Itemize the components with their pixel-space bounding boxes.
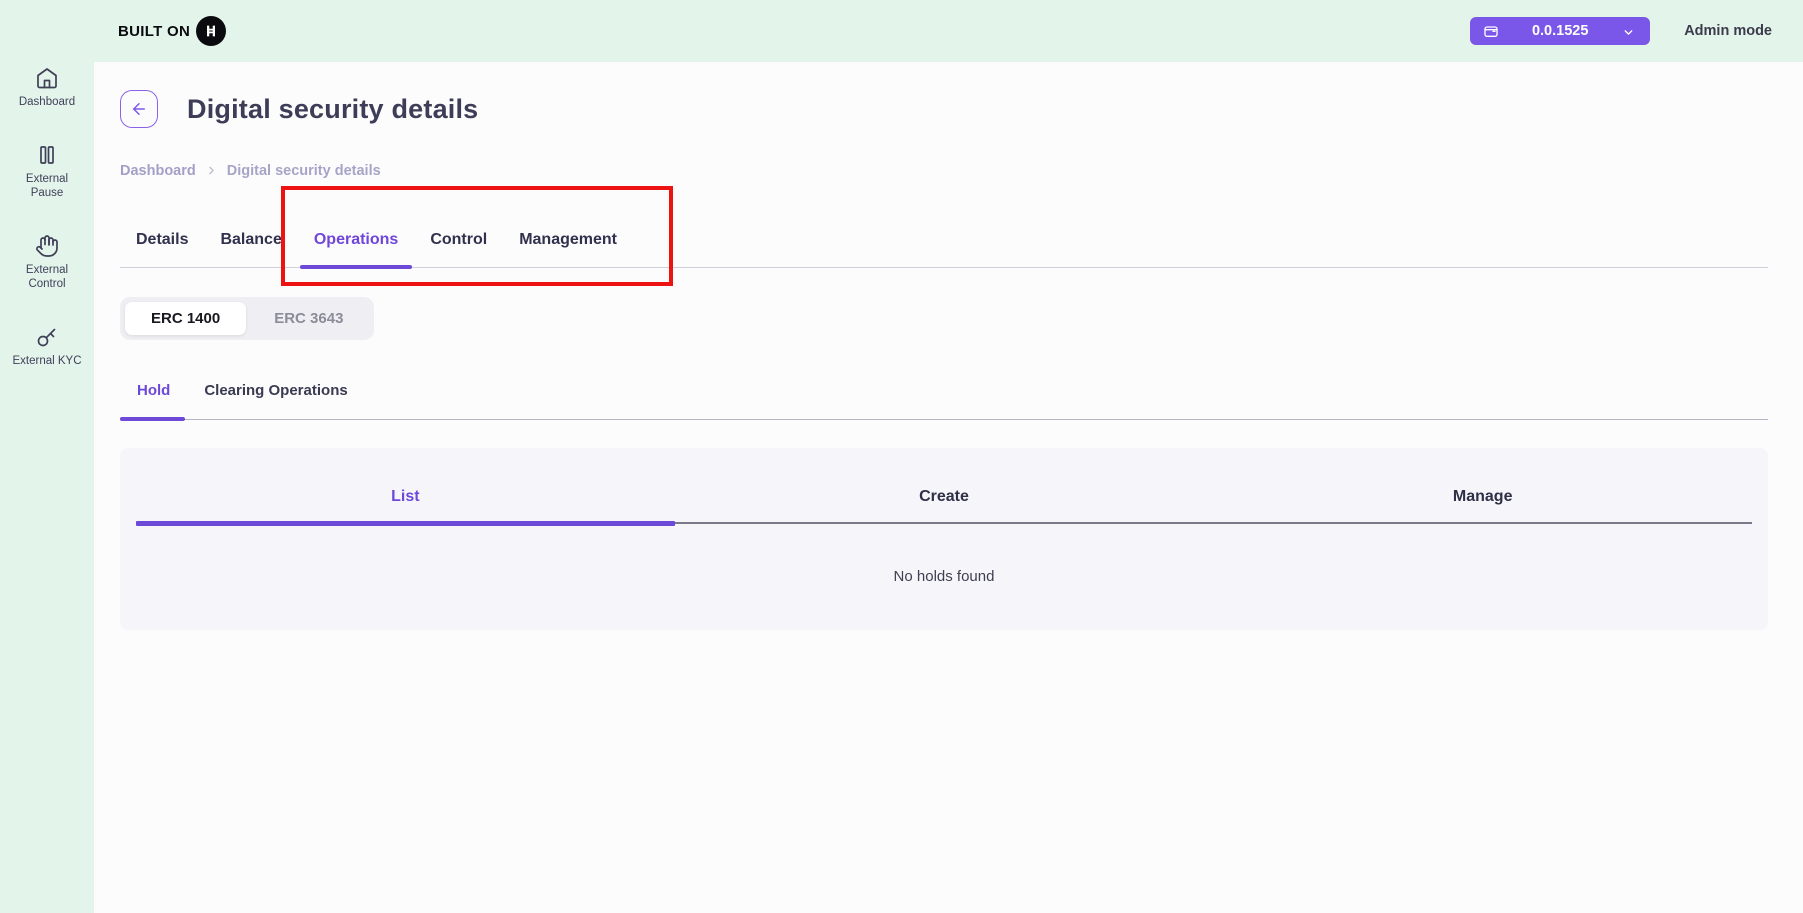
breadcrumb-dashboard-link[interactable]: Dashboard xyxy=(120,163,196,179)
hold-panel: List Create Manage No holds found xyxy=(120,448,1768,630)
chevron-down-icon xyxy=(1622,26,1635,39)
standard-toggle: ERC 1400 ERC 3643 xyxy=(120,297,374,340)
tab-management[interactable]: Management xyxy=(503,219,633,267)
sidebar: Dashboard External Pause External Contro… xyxy=(0,0,94,913)
key-icon xyxy=(35,325,59,349)
account-id-button[interactable]: 0.0.1525 xyxy=(1470,17,1650,45)
tab-details[interactable]: Details xyxy=(120,219,204,267)
account-id-label: 0.0.1525 xyxy=(1532,23,1588,39)
built-on-text: BUILT ON xyxy=(118,23,190,40)
hand-icon xyxy=(35,234,59,258)
sidebar-item-external-kyc[interactable]: External KYC xyxy=(11,325,83,368)
detail-tabs: Details Balance Operations Control Manag… xyxy=(120,219,1768,268)
empty-state-message: No holds found xyxy=(120,524,1768,585)
back-button[interactable] xyxy=(120,90,158,128)
home-icon xyxy=(35,66,59,90)
hold-tab-create[interactable]: Create xyxy=(675,448,1214,524)
sidebar-item-label: External Control xyxy=(11,263,83,291)
chevron-right-icon xyxy=(205,164,218,177)
tab-balance[interactable]: Balance xyxy=(204,219,297,267)
main-content: Digital security details Dashboard Digit… xyxy=(94,62,1803,913)
pause-icon xyxy=(35,143,59,167)
operations-subtabs: Hold Clearing Operations xyxy=(120,370,1768,420)
sidebar-item-external-pause[interactable]: External Pause xyxy=(11,143,83,200)
hold-panel-tabs: List Create Manage xyxy=(120,448,1768,524)
toggle-erc3643[interactable]: ERC 3643 xyxy=(248,302,369,335)
tab-control[interactable]: Control xyxy=(414,219,503,267)
page-title: Digital security details xyxy=(187,94,478,125)
hedera-logo-icon xyxy=(196,16,226,46)
admin-mode-label: Admin mode xyxy=(1684,23,1772,39)
top-header: BUILT ON 0.0.1525 Admin mode xyxy=(0,0,1803,62)
sidebar-item-label: External KYC xyxy=(11,354,83,368)
subtab-clearing-operations[interactable]: Clearing Operations xyxy=(187,370,364,419)
sidebar-item-dashboard[interactable]: Dashboard xyxy=(11,66,83,109)
tab-operations[interactable]: Operations xyxy=(298,219,414,267)
arrow-left-icon xyxy=(130,100,148,118)
subtab-hold[interactable]: Hold xyxy=(120,370,187,419)
hold-tab-list[interactable]: List xyxy=(136,448,675,524)
hold-tab-manage[interactable]: Manage xyxy=(1213,448,1752,524)
title-row: Digital security details xyxy=(120,90,1768,128)
built-on-logo: BUILT ON xyxy=(118,0,226,62)
toggle-erc1400[interactable]: ERC 1400 xyxy=(125,302,246,335)
breadcrumb: Dashboard Digital security details xyxy=(120,162,1768,179)
sidebar-item-label: External Pause xyxy=(11,172,83,200)
sidebar-item-external-control[interactable]: External Control xyxy=(11,234,83,291)
breadcrumb-current: Digital security details xyxy=(227,163,381,179)
wallet-icon xyxy=(1483,23,1499,39)
header-actions: 0.0.1525 Admin mode xyxy=(1470,0,1772,62)
sidebar-item-label: Dashboard xyxy=(11,95,83,109)
